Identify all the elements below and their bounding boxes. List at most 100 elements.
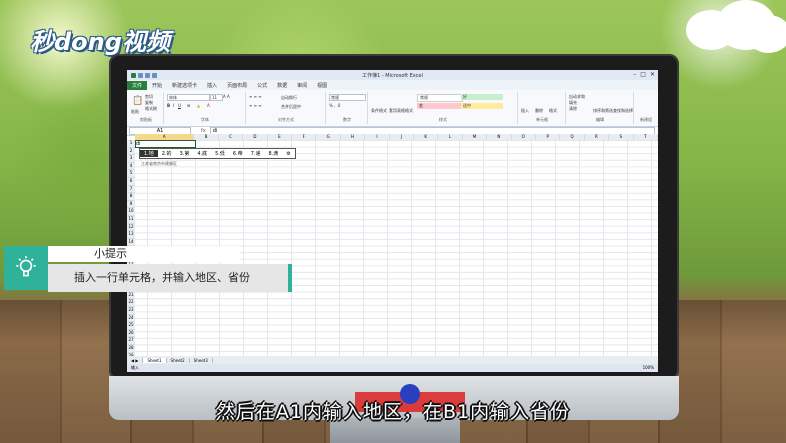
ime-candidate[interactable]: 1.地 [140, 150, 158, 157]
sheet-tab-2[interactable]: Sheet2 [167, 357, 190, 363]
number-format-select[interactable]: 常规 [329, 94, 366, 101]
status-mode: 输入 [131, 365, 139, 370]
group-alignment: ≡ ≡ ≡ ≡ ≡ ≡ 自动换行 合并后居中 对齐方式 [247, 92, 326, 124]
maximize-button[interactable]: □ [640, 71, 646, 79]
tab-review[interactable]: 审阅 [292, 82, 312, 89]
excel-window: 工作簿1 - Microsoft Excel – □ ✕ 文件 开始 新建选项卡… [127, 70, 658, 372]
style-good[interactable]: 好 [461, 94, 503, 100]
row-header[interactable]: 4 [127, 163, 135, 171]
tab-data[interactable]: 数据 [272, 82, 292, 89]
tab-file[interactable]: 文件 [127, 80, 148, 90]
paste-icon[interactable]: 📋 [132, 96, 143, 106]
zoom-level[interactable]: 100% [643, 364, 654, 372]
spreadsheet-grid[interactable]: ABCDEFGHIJKLMNOPQRST 1 2 3 4 5 6 7 8 9 10 11 12 13 14… [127, 134, 658, 372]
row-header[interactable]: 27 [127, 337, 135, 346]
border-icon[interactable]: ⊞ [187, 103, 190, 108]
paste-button[interactable]: 粘贴 [131, 109, 139, 115]
sheet-tabs: ◀ ▶ Sheet1 Sheet2 Sheet3 [127, 356, 658, 364]
row-header[interactable]: 13 [127, 231, 135, 239]
sheet-tab-3[interactable]: Sheet3 [190, 357, 213, 363]
close-button[interactable]: ✕ [650, 71, 655, 79]
row-header[interactable]: 25 [127, 322, 135, 330]
font-size-select[interactable]: 11 [210, 94, 223, 101]
ime-candidate[interactable]: 3.第 [176, 150, 194, 157]
ime-candidate[interactable]: 4.底 [193, 150, 211, 157]
wrap-text-button[interactable]: 自动换行 [281, 95, 297, 101]
tip-text: 插入一行单元格，并输入地区、省份 [48, 264, 292, 292]
tab-page-layout[interactable]: 页面布局 [222, 82, 252, 89]
table-format-button[interactable]: 套用表格格式 [389, 108, 413, 114]
fill-color-icon[interactable]: ▲ [197, 103, 200, 108]
sort-filter-button[interactable]: 排序和筛选 [593, 108, 613, 114]
row-header[interactable]: 28 [127, 345, 135, 353]
group-cells: 插入 删除 格式 单元格 [519, 92, 566, 124]
sheet-nav-icon[interactable]: ◀ ▶ [127, 357, 144, 363]
find-select-button[interactable]: 查找和选择 [613, 108, 633, 114]
group-editing: 自动求和 填充 清除 排序和筛选 查找和选择 编辑 [569, 92, 634, 124]
cell-a1[interactable]: di [135, 140, 196, 148]
tip-title: 小提示 [48, 246, 240, 262]
delete-cells-button[interactable]: 删除 [535, 108, 543, 114]
row-header[interactable]: 12 [127, 224, 135, 232]
format-cells-button[interactable]: 格式 [549, 108, 557, 114]
merge-center-button[interactable]: 合并后居中 [281, 104, 301, 110]
ime-candidate[interactable]: 7.递 [247, 150, 265, 157]
ime-candidate[interactable]: 5.低 [211, 150, 229, 157]
window-title: 工作簿1 - Microsoft Excel [362, 72, 423, 79]
font-name-select[interactable]: 宋体 [167, 94, 210, 101]
tab-view[interactable]: 视图 [312, 82, 332, 89]
row-header[interactable]: 24 [127, 315, 135, 323]
ribbon: 📋 粘贴 剪切 复制 格式刷 剪贴板 宋体 11 A A B I U ⊞ ▲ A… [127, 90, 658, 127]
bold-button[interactable]: B [167, 103, 170, 108]
tab-insert[interactable]: 插入 [202, 82, 222, 89]
style-neutral[interactable]: 适中 [461, 103, 503, 109]
format-painter-button[interactable]: 格式刷 [145, 106, 157, 112]
row-header[interactable]: 26 [127, 330, 135, 338]
style-normal[interactable]: 常规 [417, 94, 463, 102]
row-header[interactable]: 23 [127, 307, 135, 315]
style-bad[interactable]: 差 [417, 103, 461, 109]
group-styles: 条件格式 套用表格格式 常规 差 好 适中 样式 [369, 92, 518, 124]
row-header[interactable]: 21 [127, 292, 135, 300]
ime-candidate[interactable]: 6.帝 [229, 150, 247, 157]
italic-button[interactable]: I [173, 103, 174, 108]
group-font: 宋体 11 A A B I U ⊞ ▲ A 字体 [165, 92, 246, 124]
row-header[interactable]: 11 [127, 216, 135, 224]
row-header[interactable]: 9 [127, 201, 135, 209]
tab-formulas[interactable]: 公式 [252, 82, 272, 89]
sheet-tab-1[interactable]: Sheet1 [143, 357, 167, 363]
clear-button[interactable]: 清除 [569, 106, 577, 112]
group-number: 常规 % , .0 数字 [327, 92, 368, 124]
status-bar: 输入 100% [127, 364, 658, 372]
video-subtitle: 然后在A1内输入地区，在B1内输入省份 [215, 401, 571, 423]
row-header[interactable]: 1 [127, 140, 135, 148]
align-icons-2[interactable]: ≡ ≡ ≡ [249, 103, 262, 108]
row-header[interactable]: 2 [127, 148, 135, 156]
ime-candidate-bar[interactable]: 1.地 2.的 3.第 4.底 5.低 6.帝 7.递 8.滴 ⚙ [139, 148, 296, 159]
percent-icon[interactable]: % , .0 [329, 103, 340, 108]
ime-candidate[interactable]: 8.滴 [264, 150, 282, 157]
lightbulb-icon [16, 256, 36, 277]
title-bar: 工作簿1 - Microsoft Excel – □ ✕ [127, 70, 658, 80]
row-header[interactable]: 6 [127, 178, 135, 186]
row-header[interactable]: 22 [127, 299, 135, 308]
group-clipboard: 📋 粘贴 剪切 复制 格式刷 剪贴板 [129, 92, 164, 124]
tab-new[interactable]: 新建选项卡 [167, 82, 202, 89]
ime-candidate[interactable]: 2.的 [158, 150, 176, 157]
brand-logo: 秒dong视频 [30, 28, 170, 56]
row-header[interactable]: 8 [127, 193, 135, 201]
tab-home[interactable]: 开始 [147, 82, 167, 89]
grow-font-icon[interactable]: A A [223, 94, 230, 99]
row-header[interactable]: 5 [127, 170, 135, 178]
row-header[interactable]: 10 [127, 208, 135, 216]
insert-cells-button[interactable]: 插入 [521, 108, 529, 114]
font-color-icon[interactable]: A [207, 103, 210, 108]
underline-button[interactable]: U [178, 103, 181, 108]
conditional-format-button[interactable]: 条件格式 [371, 108, 387, 114]
minimize-button[interactable]: – [633, 71, 636, 79]
tip-icon-box [4, 246, 48, 290]
align-icons[interactable]: ≡ ≡ ≡ [249, 94, 262, 99]
row-header[interactable]: 3 [127, 155, 135, 163]
ime-settings-icon[interactable]: ⚙ [282, 151, 294, 157]
row-header[interactable]: 7 [127, 186, 135, 194]
